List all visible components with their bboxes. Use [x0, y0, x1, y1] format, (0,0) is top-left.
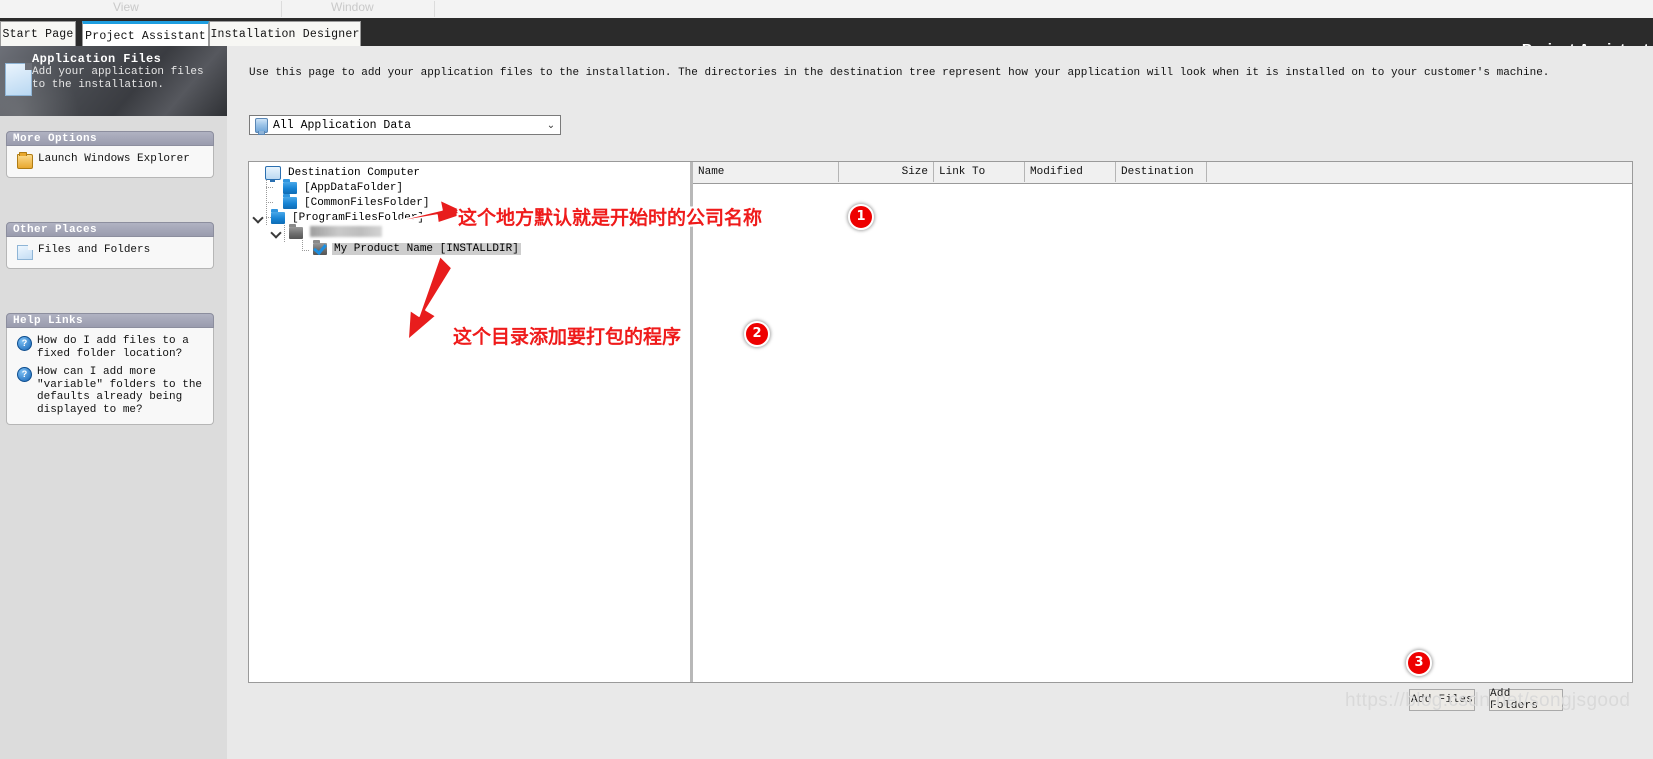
tab-label: Installation Designer	[210, 27, 360, 41]
annotation-text-2: 这个目录添加要打包的程序	[453, 326, 682, 348]
sidebar-item-label: Launch Windows Explorer	[38, 153, 190, 165]
main-content: Use this page to add your application fi…	[227, 46, 1653, 759]
file-list-header: Name Size Link To Modified Destination	[693, 162, 1632, 184]
panel-title: More Options	[6, 131, 214, 146]
tree-node-label: [AppDataFolder]	[304, 181, 404, 194]
twisty-icon[interactable]	[271, 182, 282, 193]
tree-node-label: [ProgramFilesFolder]	[292, 211, 425, 224]
column-header-destination[interactable]: Destination	[1116, 162, 1207, 182]
twisty-expanded-icon[interactable]	[253, 212, 264, 223]
help-link-variable-folders[interactable]: ? How can I add more "variable" folders …	[11, 363, 209, 419]
tab-project-assistant[interactable]: Project Assistant	[82, 21, 209, 48]
tree-node-label: Destination Computer	[288, 166, 421, 179]
chevron-down-icon[interactable]: ⌄	[542, 120, 560, 131]
application-data-dropdown[interactable]: All Application Data ⌄	[249, 115, 561, 135]
files-pane: Destination Computer [AppDataFolder] [Co…	[248, 161, 1633, 683]
computer-icon	[255, 117, 268, 135]
column-header-size[interactable]: Size	[839, 162, 934, 182]
menu-item-window[interactable]: Window	[331, 0, 374, 14]
tab-start-page[interactable]: Start Page	[0, 21, 76, 46]
help-icon: ?	[17, 367, 32, 382]
panel-title: Help Links	[6, 313, 214, 328]
tree-node-commonfilesfolder[interactable]: [CommonFilesFolder]	[271, 193, 431, 210]
column-header-modified[interactable]: Modified	[1025, 162, 1116, 182]
twisty-icon[interactable]	[301, 243, 312, 254]
tree-node-my-product-name[interactable]: My Product Name [INSTALLDIR]	[301, 239, 521, 256]
dropdown-value: All Application Data	[273, 118, 412, 132]
menu-item-view[interactable]: View	[113, 0, 139, 14]
page-header-banner: Application Files Add your application f…	[0, 46, 227, 116]
menu-bar: View Window	[0, 0, 1653, 18]
panel-body: Files and Folders	[6, 237, 214, 269]
sidebar: Application Files Add your application f…	[0, 46, 227, 759]
help-icon: ?	[17, 336, 32, 351]
panel-help-links: Help Links ? How do I add files to a fix…	[6, 313, 214, 425]
sidebar-item-label: Files and Folders	[38, 244, 151, 256]
panel-title: Other Places	[6, 222, 214, 237]
help-link-label: How can I add more "variable" folders to…	[37, 366, 203, 416]
folder-grey-icon	[289, 223, 303, 239]
page-subtitle: Add your application files to the instal…	[32, 66, 204, 91]
panel-other-places: Other Places Files and Folders	[6, 222, 214, 269]
tab-label: Start Page	[2, 27, 74, 41]
tree-node-label-redacted	[308, 226, 384, 238]
checked-folder-icon[interactable]	[313, 239, 327, 255]
annotation-badge-2: 2	[744, 321, 770, 347]
tree-node-label: [CommonFilesFolder]	[304, 196, 430, 209]
twisty-icon[interactable]	[253, 167, 264, 178]
tree-node-appdatafolder[interactable]: [AppDataFolder]	[271, 178, 405, 195]
menu-divider	[281, 1, 282, 17]
twisty-icon[interactable]	[271, 197, 282, 208]
annotation-badge-1: 1	[848, 204, 874, 230]
annotation-text-1: 这个地方默认就是开始时的公司名称	[458, 207, 763, 229]
panel-body: Launch Windows Explorer	[6, 146, 214, 178]
computer-icon	[265, 165, 281, 182]
file-icon	[17, 245, 33, 260]
intro-text: Use this page to add your application fi…	[249, 67, 1550, 79]
tree-node-programfilesfolder[interactable]: [ProgramFilesFolder]	[253, 208, 426, 225]
menu-divider	[434, 1, 435, 17]
redaction-block	[310, 226, 382, 238]
tree-node-label: My Product Name [INSTALLDIR]	[332, 242, 521, 255]
panel-more-options: More Options Launch Windows Explorer	[6, 131, 214, 178]
page-body: Application Files Add your application f…	[0, 46, 1653, 759]
file-list[interactable]: Name Size Link To Modified Destination	[693, 162, 1632, 682]
sidebar-item-launch-windows-explorer[interactable]: Launch Windows Explorer	[11, 150, 209, 172]
tab-bar: Start Page Project Assistant Installatio…	[0, 18, 1653, 58]
watermark: https://blog.csdn.net/songjsgood	[1345, 690, 1631, 711]
folder-icon	[271, 208, 285, 224]
folder-icon	[283, 193, 297, 209]
folder-icon	[283, 178, 297, 194]
panel-body: ? How do I add files to a fixed folder l…	[6, 328, 214, 425]
sidebar-item-files-and-folders[interactable]: Files and Folders	[11, 241, 209, 263]
folder-icon	[17, 152, 33, 169]
column-header-name[interactable]: Name	[693, 162, 839, 182]
annotation-badge-3: 3	[1406, 650, 1432, 676]
application-files-icon	[5, 63, 32, 96]
help-link-label: How do I add files to a fixed folder loc…	[37, 335, 189, 360]
column-header-link-to[interactable]: Link To	[934, 162, 1025, 182]
tab-installation-designer[interactable]: Installation Designer	[209, 21, 361, 46]
page-title: Application Files	[32, 52, 162, 66]
destination-tree[interactable]: Destination Computer [AppDataFolder] [Co…	[249, 162, 690, 682]
tree-node-destination-computer[interactable]: Destination Computer	[253, 165, 422, 182]
twisty-expanded-icon[interactable]	[271, 227, 282, 238]
tree-node-company-folder[interactable]	[271, 223, 384, 240]
tab-label: Project Assistant	[85, 29, 206, 43]
help-link-fixed-folder[interactable]: ? How do I add files to a fixed folder l…	[11, 332, 209, 363]
